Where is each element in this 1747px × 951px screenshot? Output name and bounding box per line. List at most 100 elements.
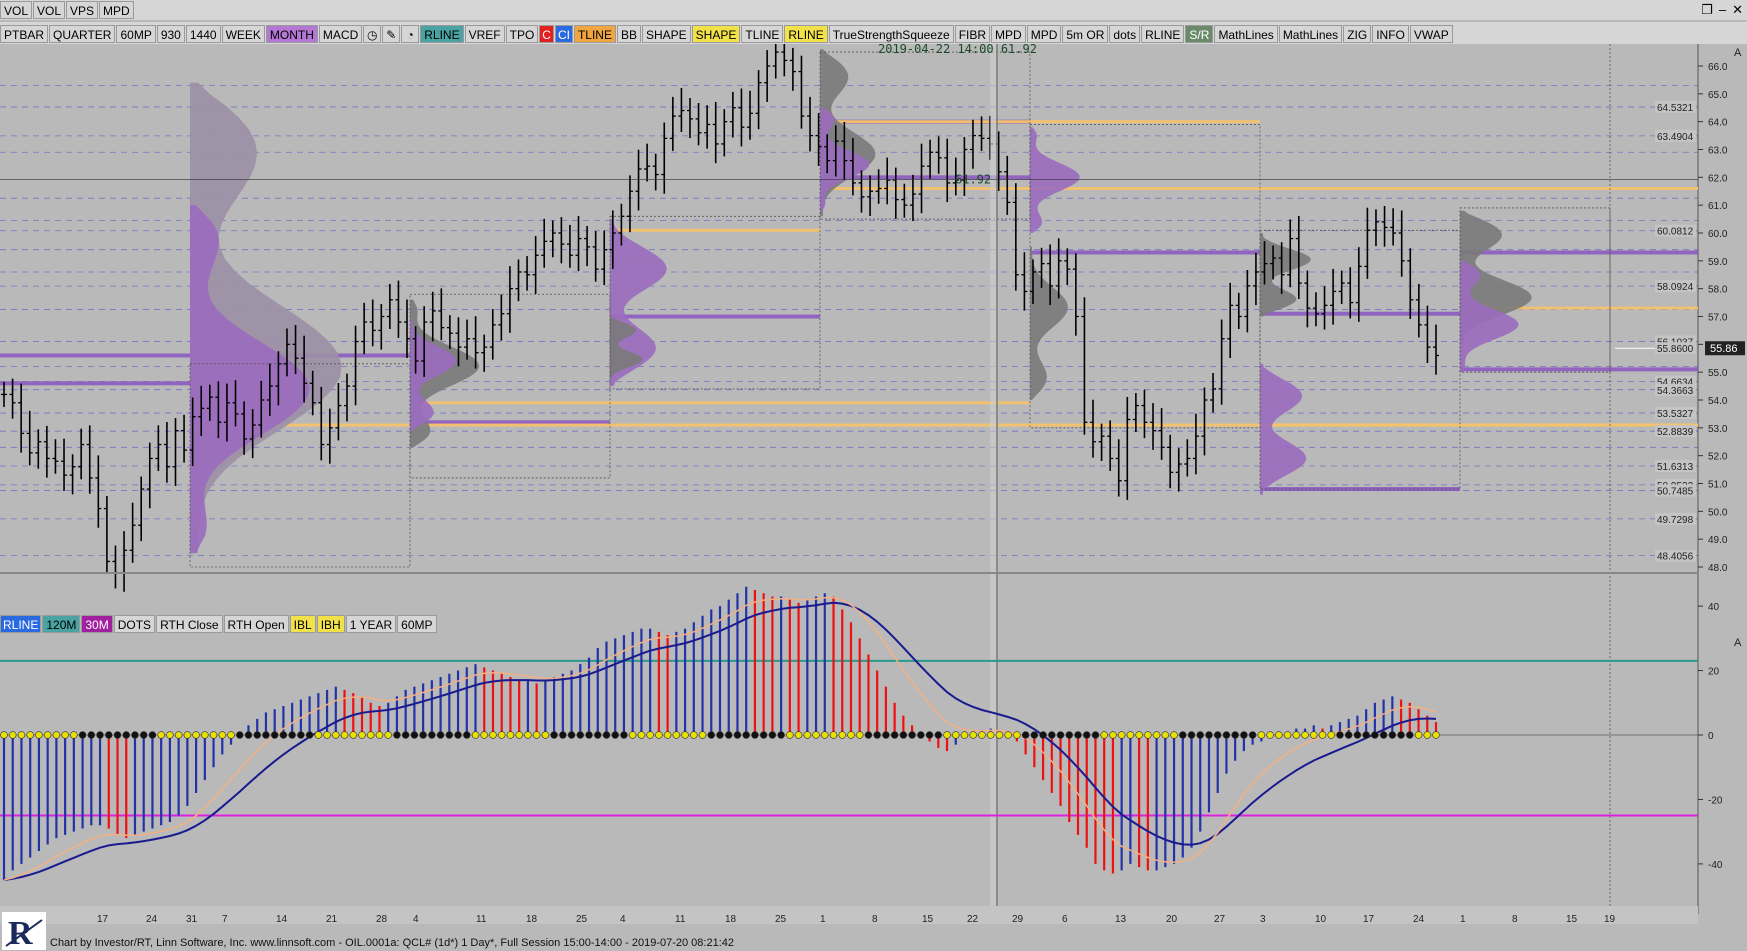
panel-divider [0, 572, 1698, 574]
date-axis-label: 20 [1166, 914, 1178, 924]
price-chart-area[interactable]: 2019-04-22 14:00 61.92 61.92 66.0 65.0 64.0 6… [0, 44, 1747, 924]
macd-zero-dot [0, 731, 8, 739]
chart-toolbar-button-ibl[interactable]: IBL [289, 615, 316, 633]
toolbar-button-mathlines[interactable]: MathLines [1214, 25, 1278, 43]
close-icon[interactable]: ✕ [1732, 2, 1743, 18]
top-toolbar-button[interactable]: VOL [33, 1, 66, 19]
macd-zero-dot [436, 731, 445, 739]
macd-zero-dot [567, 731, 576, 739]
toolbar-button-vref[interactable]: VREF [464, 25, 505, 43]
macd-zero-dot [1266, 731, 1274, 739]
macd-zero-dot [297, 731, 305, 739]
chart-toolbar-button-rth-open[interactable]: RTH Open [223, 615, 289, 633]
value-area-line [1030, 250, 1260, 255]
toolbar-button-mpd[interactable]: MPD [991, 25, 1026, 43]
toolbar-button-dots[interactable]: dots [1109, 25, 1141, 43]
toolbar-button-rline[interactable]: RLINE [784, 25, 828, 43]
toolbar-button-ci[interactable]: CI [554, 25, 573, 43]
toolbar-button-s-r[interactable]: S/R [1185, 25, 1214, 43]
macd-zero-dot [1135, 731, 1143, 739]
toolbar-button-5m-or[interactable]: 5m OR [1062, 25, 1109, 43]
chart-toolbar-button-30m[interactable]: 30M [81, 615, 113, 633]
date-axis-label: 28 [376, 914, 388, 924]
price-axis-label: 53.0 [1708, 424, 1728, 435]
toolbar-button-rline[interactable]: RLINE [420, 25, 464, 43]
macd-zero-dot [1275, 731, 1283, 739]
macd-zero-dot [131, 731, 139, 739]
timer-icon[interactable]: ◔ [401, 25, 420, 43]
minimize-icon[interactable]: – [1719, 2, 1726, 18]
macd-zero-dot [1074, 731, 1082, 739]
price-axis-label: 50.0 [1708, 507, 1728, 518]
macd-zero-dot [375, 731, 384, 739]
pencil-icon[interactable]: ✎ [382, 25, 401, 43]
macd-zero-dot [1336, 731, 1344, 739]
macd-zero-dot [602, 731, 611, 739]
date-axis-label: 25 [576, 914, 588, 924]
macd-zero-dot [26, 731, 34, 739]
toolbar-button-quarter[interactable]: QUARTER [49, 25, 116, 43]
macd-zero-dot [594, 731, 602, 739]
toolbar-button-60mp[interactable]: 60MP [116, 25, 156, 43]
toolbar-button-mpd[interactable]: MPD [1026, 25, 1062, 43]
macd-zero-dot [532, 731, 541, 739]
macd-zero-dot [620, 731, 628, 739]
toolbar-button-tpo[interactable]: TPO [505, 25, 539, 43]
chart-toolbar-button-120m[interactable]: 120M [42, 615, 81, 633]
toolbar-button-shape[interactable]: SHAPE [691, 25, 741, 43]
macd-zero-dot [1423, 731, 1431, 739]
clock-icon[interactable]: ◷ [363, 25, 382, 43]
top-toolbar-button[interactable]: MPD [99, 1, 134, 19]
date-axis-label: 15 [1566, 914, 1578, 924]
chart-toolbar-button-rth-close[interactable]: RTH Close [156, 615, 223, 633]
macd-zero-dot [943, 731, 951, 739]
toolbar-button-truestrengthsqueeze[interactable]: TrueStrengthSqueeze [828, 25, 954, 43]
toolbar-button-week[interactable]: WEEK [221, 25, 265, 43]
toolbar-button-rline[interactable]: RLINE [1141, 25, 1185, 43]
chart-toolbar-button-dots[interactable]: DOTS [113, 615, 156, 633]
chart-toolbar-button-ibh[interactable]: IBH [316, 615, 345, 633]
toolbar-button-shape[interactable]: SHAPE [641, 25, 691, 43]
toolbar-button-vwap[interactable]: VWAP [1409, 25, 1453, 43]
macd-zero-dot [768, 731, 777, 739]
macd-axis-label: 40 [1708, 602, 1720, 613]
macd-zero-dot [690, 731, 698, 739]
macd-zero-dot [681, 731, 689, 739]
date-axis-label: 27 [1214, 914, 1226, 924]
toolbar-button-info[interactable]: INFO [1372, 25, 1409, 43]
macd-zero-dot [847, 731, 855, 739]
price-axis-label: 65.0 [1708, 90, 1728, 101]
macd-zero-dot [628, 731, 637, 739]
macd-zero-dot [1318, 731, 1327, 739]
chart-toolbar-button-rline[interactable]: RLINE [0, 615, 42, 633]
toolbar-button-tline[interactable]: TLINE [573, 25, 616, 43]
chart-toolbar-button-60mp[interactable]: 60MP [397, 615, 437, 633]
toolbar-button-zig[interactable]: ZIG [1343, 25, 1372, 43]
toolbar-button-month[interactable]: MONTH [265, 25, 318, 43]
macd-zero-dot [759, 731, 768, 739]
macd-zero-dot [262, 731, 270, 739]
toolbar-button-mathlines[interactable]: MathLines [1278, 25, 1343, 43]
macd-zero-dot [1388, 731, 1397, 739]
macd-zero-dot [1205, 731, 1213, 739]
toolbar-button-ptbar[interactable]: PTBAR [0, 25, 49, 43]
macd-zero-dot [751, 731, 759, 739]
toolbar-button-tline[interactable]: TLINE [741, 25, 784, 43]
toolbar-button-930[interactable]: 930 [156, 25, 185, 43]
toolbar-button-c[interactable]: C [539, 25, 554, 43]
toolbar-button-fibr[interactable]: FIBR [954, 25, 991, 43]
macd-zero-dot [393, 731, 401, 739]
macd-zero-dot [122, 731, 130, 739]
macd-zero-dot [140, 731, 148, 739]
chart-toolbar-button-1-year[interactable]: 1 YEAR [345, 615, 397, 633]
top-toolbar-button[interactable]: VPS [66, 1, 99, 19]
date-axis-label: 29 [1012, 914, 1024, 924]
toolbar-button-macd[interactable]: MACD [318, 25, 363, 43]
toolbar-button-1440[interactable]: 1440 [185, 25, 221, 43]
macd-zero-dot [288, 731, 296, 739]
price-tag-label: 50.7485 [1657, 487, 1694, 498]
toolbar-button-bb[interactable]: BB [616, 25, 641, 43]
restore-icon[interactable]: ❐ [1701, 2, 1713, 18]
top-toolbar-button[interactable]: VOL [0, 1, 33, 19]
date-axis-label: 11 [476, 914, 487, 924]
